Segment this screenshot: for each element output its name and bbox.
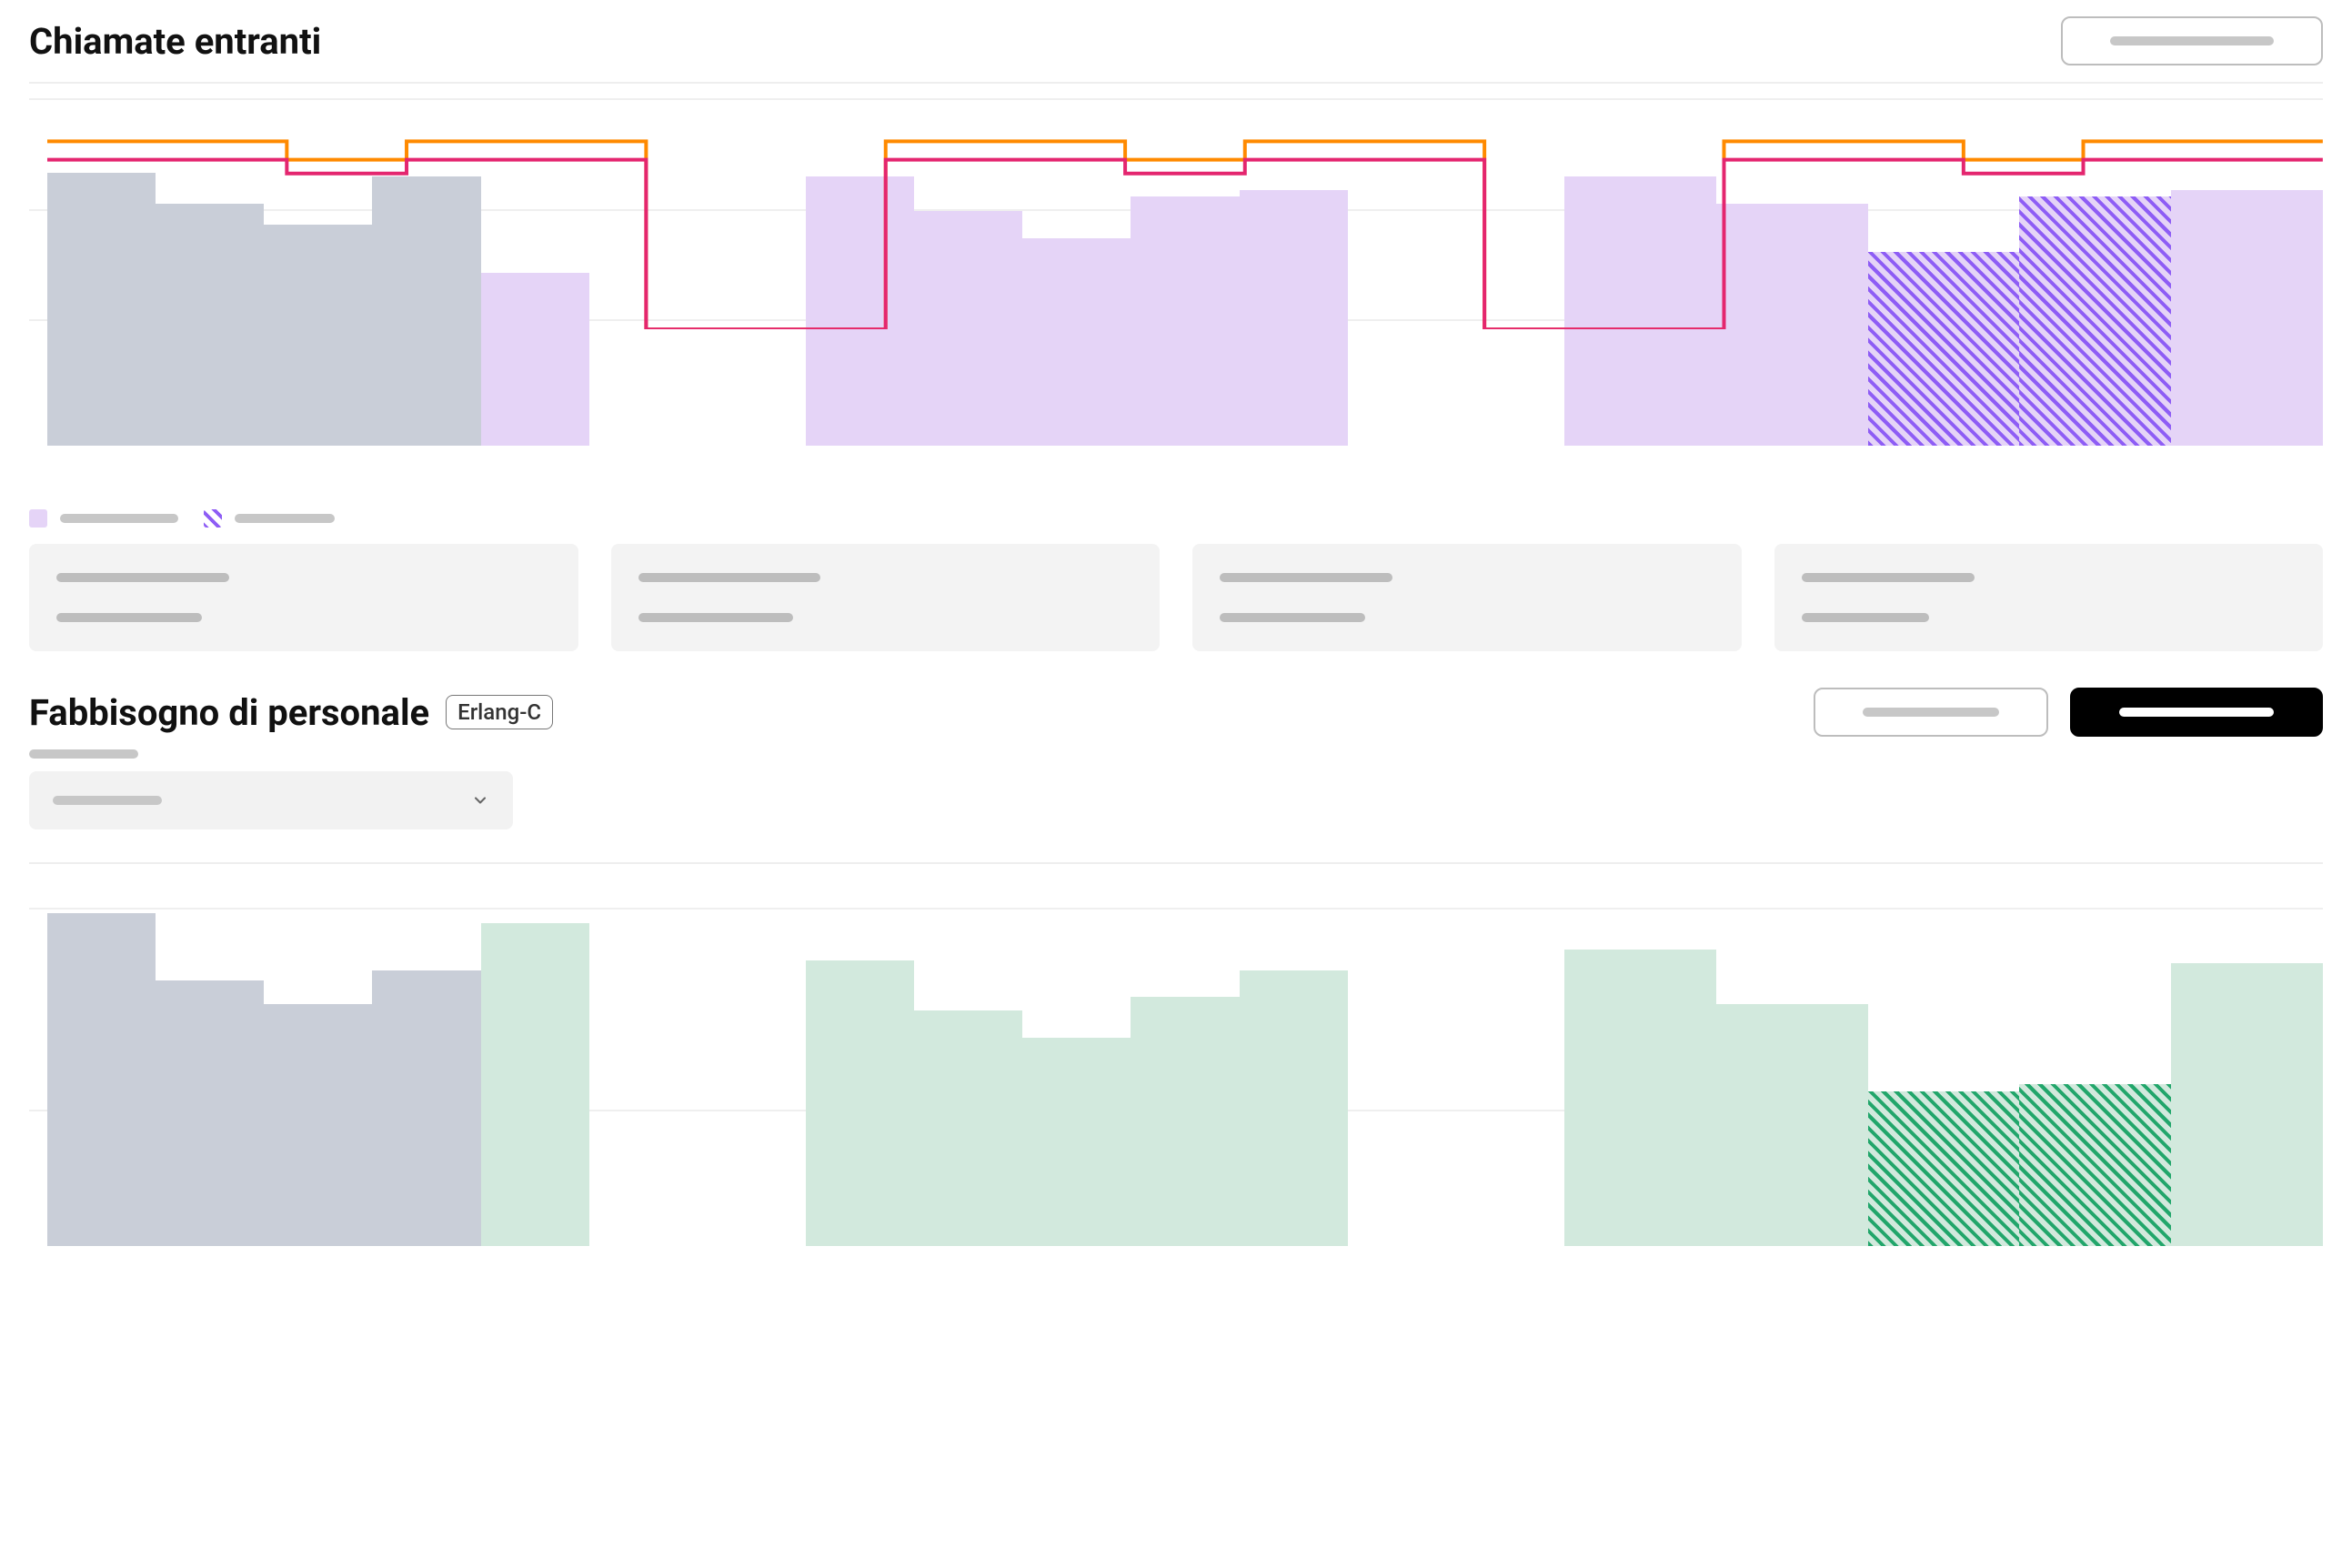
chart-bar-adjusted-overlay: [2019, 1084, 2171, 1246]
summary-cards: [29, 544, 2323, 651]
chart-bar: [1131, 196, 1239, 446]
chart-bar: [1868, 1091, 2020, 1246]
section-title: Fabbisogno di personale: [29, 691, 429, 734]
chart-bar: [1022, 1038, 1131, 1246]
chart-bar: [47, 913, 156, 1246]
chart-bar: [156, 980, 264, 1246]
chart-bar: [372, 970, 480, 1246]
chart-bar-adjusted-overlay: [1868, 1091, 2020, 1246]
chart-day-group: [1564, 910, 2323, 1246]
section1-options-button[interactable]: [2061, 16, 2323, 65]
chart-bar: [1564, 950, 1716, 1246]
summary-card[interactable]: [611, 544, 1161, 651]
chart-bar: [914, 1010, 1022, 1246]
chart-day-group: [47, 100, 806, 446]
summary-card[interactable]: [1774, 544, 2324, 651]
chart-bar: [1564, 176, 1716, 446]
chart-bar: [1240, 190, 1348, 446]
chart-bar: [2019, 1084, 2171, 1246]
chart-bar: [1240, 970, 1348, 1246]
chart-bar: [2171, 190, 2323, 446]
staffing-section: Fabbisogno di personale Erlang-C: [29, 688, 2323, 1246]
section-title: Chiamate entranti: [29, 20, 321, 63]
chart-day-group: [806, 910, 1564, 1246]
method-badge: Erlang-C: [446, 695, 553, 729]
chart-bar: [481, 923, 589, 1246]
divider: [29, 862, 2323, 864]
chart-bar: [914, 211, 1022, 446]
divider: [29, 82, 2323, 84]
chart-bar: [2019, 196, 2171, 446]
incoming-calls-section: Chiamate entranti: [29, 16, 2323, 651]
chart-bar-adjusted-overlay: [2019, 196, 2171, 446]
chart-bar: [1716, 204, 1868, 446]
chart-legend: [29, 509, 2323, 528]
staffing-select[interactable]: [29, 771, 513, 829]
legend-swatch-forecast: [29, 509, 47, 528]
chart-bar: [481, 273, 589, 446]
chart-bar: [2171, 963, 2323, 1246]
chevron-down-icon: [471, 791, 489, 809]
summary-card[interactable]: [29, 544, 578, 651]
chart-bar: [372, 176, 480, 446]
chart-bar: [1022, 238, 1131, 446]
legend-label: [60, 514, 178, 523]
chart-day-group: [1564, 100, 2323, 446]
section2-primary-button[interactable]: [2070, 688, 2323, 737]
legend-label: [235, 514, 335, 523]
chart-bar: [264, 225, 372, 446]
chart-day-group: [806, 100, 1564, 446]
chart-bar: [156, 204, 264, 446]
chart-bar: [47, 173, 156, 446]
chart-bar-adjusted-overlay: [1868, 252, 2020, 446]
chart-bar: [806, 176, 914, 446]
chart-bar: [1131, 997, 1239, 1246]
sub-label: [29, 749, 2323, 759]
chart-bar: [806, 960, 914, 1247]
legend-swatch-adjusted: [204, 509, 222, 528]
section2-secondary-button[interactable]: [1814, 688, 2048, 737]
chart-bar: [1716, 1004, 1868, 1246]
chart-bar: [1868, 252, 2020, 446]
incoming-calls-chart: [29, 100, 2323, 446]
staffing-chart: [29, 910, 2323, 1246]
chart-bar: [264, 1004, 372, 1246]
summary-card[interactable]: [1192, 544, 1742, 651]
chart-day-group: [47, 910, 806, 1246]
